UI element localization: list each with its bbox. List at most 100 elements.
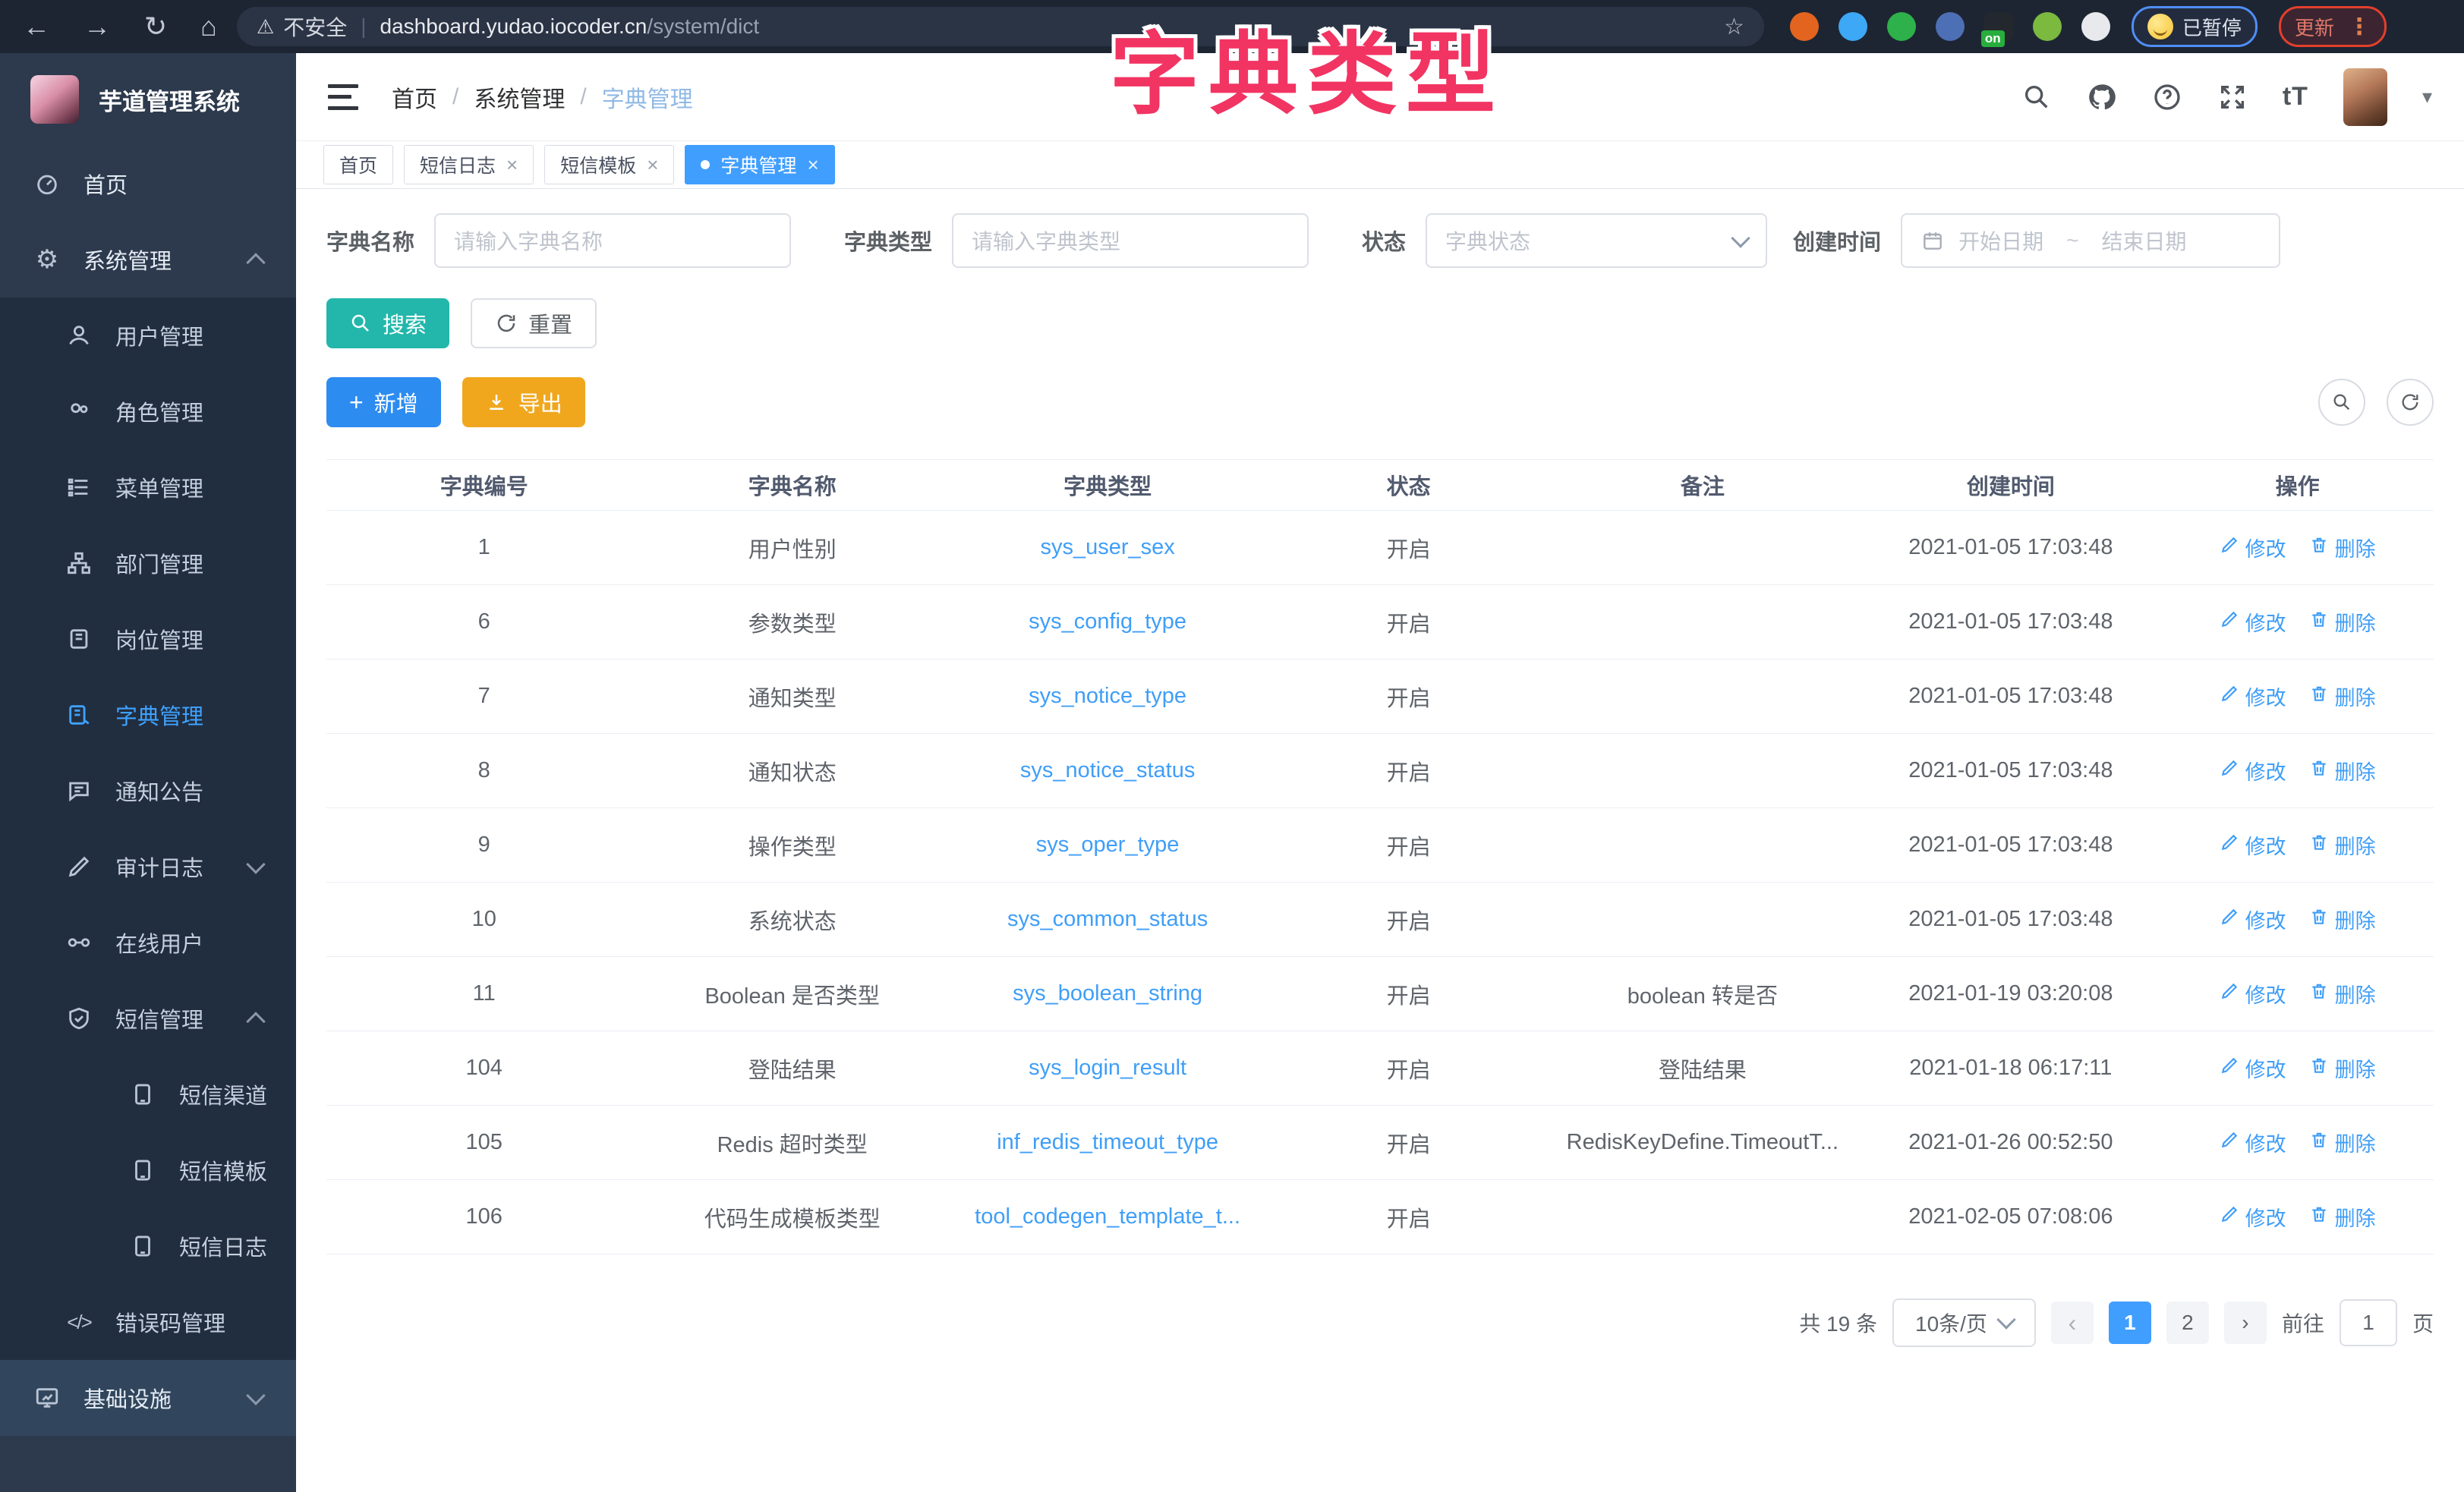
browser-forward-icon[interactable]: →	[83, 11, 111, 42]
cell-type[interactable]: tool_codegen_template_t...	[943, 1204, 1272, 1229]
delete-link[interactable]: 删除	[2309, 607, 2376, 637]
close-icon[interactable]: ×	[506, 153, 518, 177]
edit-link[interactable]: 修改	[2220, 756, 2286, 785]
search-button[interactable]: 搜索	[326, 298, 449, 348]
edit-link[interactable]: 修改	[2220, 533, 2286, 562]
edit-link[interactable]: 修改	[2220, 681, 2286, 711]
edit-link[interactable]: 修改	[2220, 905, 2286, 934]
hamburger-icon[interactable]	[328, 84, 358, 110]
cell-type[interactable]: inf_redis_timeout_type	[943, 1130, 1272, 1155]
prev-page-button[interactable]: ‹	[2051, 1302, 2094, 1344]
sidebar-item-字典管理[interactable]: 字典管理	[0, 677, 296, 753]
table-search-toggle-button[interactable]	[2318, 379, 2365, 426]
sidebar-item-角色管理[interactable]: 角色管理	[0, 373, 296, 449]
browser-menu-icon[interactable]: ⋮	[2348, 14, 2371, 40]
goto-label: 前往	[2282, 1308, 2324, 1338]
sidebar-item-审计日志[interactable]: 审计日志	[0, 829, 296, 905]
cell-type[interactable]: sys_config_type	[943, 609, 1272, 634]
cell-type[interactable]: sys_user_sex	[943, 535, 1272, 560]
breadcrumb-item[interactable]: 首页	[392, 80, 437, 114]
tab-首页[interactable]: 首页	[323, 145, 393, 184]
update-badge[interactable]: 更新 ⋮	[2279, 6, 2387, 47]
edit-link[interactable]: 修改	[2220, 979, 2286, 1009]
table-refresh-button[interactable]	[2387, 379, 2434, 426]
page-size-select[interactable]: 10条/页	[1892, 1298, 2036, 1347]
status-select[interactable]: 字典状态	[1426, 213, 1767, 268]
delete-link[interactable]: 删除	[2309, 756, 2376, 785]
cell-status: 开启	[1272, 532, 1545, 564]
page-button-2[interactable]: 2	[2166, 1302, 2209, 1344]
sidebar-item-短信渠道[interactable]: 短信渠道	[0, 1056, 296, 1132]
chevron-down-icon	[1996, 1310, 2015, 1329]
delete-link[interactable]: 删除	[2309, 1053, 2376, 1083]
edit-link[interactable]: 修改	[2220, 1202, 2286, 1232]
extension-dark-on-icon[interactable]: on	[1984, 12, 2013, 41]
tab-字典管理[interactable]: 字典管理×	[685, 145, 834, 184]
cell-type[interactable]: sys_notice_status	[943, 758, 1272, 783]
extension-green-small-icon[interactable]	[2033, 12, 2062, 41]
sidebar-item-在线用户[interactable]: 在线用户	[0, 905, 296, 981]
extension-blue-drop-icon[interactable]	[1839, 12, 1867, 41]
goto-page-input[interactable]: 1	[2340, 1299, 2397, 1346]
edit-link[interactable]: 修改	[2220, 1053, 2286, 1083]
delete-link[interactable]: 删除	[2309, 681, 2376, 711]
breadcrumb-item[interactable]: 系统管理	[474, 80, 565, 114]
user-avatar[interactable]	[2343, 68, 2387, 126]
extension-green-circle-icon[interactable]	[1887, 12, 1916, 41]
extension-white-icon[interactable]	[2081, 12, 2110, 41]
help-icon[interactable]	[2152, 82, 2182, 112]
caret-down-icon[interactable]: ▾	[2422, 85, 2432, 109]
sidebar-item-基础设施[interactable]: 基础设施	[0, 1360, 296, 1436]
close-icon[interactable]: ×	[647, 153, 658, 177]
cell-actions: 修改删除	[2161, 905, 2434, 934]
bookmark-star-icon[interactable]: ☆	[1724, 14, 1744, 40]
sidebar-item-部门管理[interactable]: 部门管理	[0, 525, 296, 601]
cell-type[interactable]: sys_boolean_string	[943, 981, 1272, 1006]
export-button[interactable]: 导出	[462, 377, 585, 427]
sidebar-item-错误码管理[interactable]: </>错误码管理	[0, 1284, 296, 1360]
cell-type[interactable]: sys_login_result	[943, 1056, 1272, 1081]
close-icon[interactable]: ×	[807, 153, 818, 177]
sidebar-item-菜单管理[interactable]: 菜单管理	[0, 449, 296, 525]
sidebar-item-短信管理[interactable]: 短信管理	[0, 981, 296, 1056]
edit-link[interactable]: 修改	[2220, 607, 2286, 637]
cell-type[interactable]: sys_common_status	[943, 907, 1272, 932]
delete-link[interactable]: 删除	[2309, 1202, 2376, 1232]
sidebar-item-通知公告[interactable]: 通知公告	[0, 753, 296, 829]
extension-orange-icon[interactable]	[1790, 12, 1819, 41]
delete-link[interactable]: 删除	[2309, 979, 2376, 1009]
dict-name-input[interactable]: 请输入字典名称	[434, 213, 791, 268]
delete-link[interactable]: 删除	[2309, 905, 2376, 934]
search-icon[interactable]	[2021, 82, 2052, 112]
dict-type-input[interactable]: 请输入字典类型	[952, 213, 1309, 268]
reset-button[interactable]: 重置	[471, 298, 597, 348]
sidebar-item-首页[interactable]: 首页	[0, 146, 296, 222]
page-button-1[interactable]: 1	[2109, 1302, 2151, 1344]
paused-badge[interactable]: 已暂停	[2132, 6, 2258, 47]
delete-link[interactable]: 删除	[2309, 830, 2376, 860]
tab-短信日志[interactable]: 短信日志×	[404, 145, 534, 184]
sidebar-item-岗位管理[interactable]: 岗位管理	[0, 601, 296, 677]
cell-type[interactable]: sys_notice_type	[943, 684, 1272, 709]
date-range-picker[interactable]: 开始日期 ~ 结束日期	[1901, 213, 2280, 268]
sidebar-item-短信日志[interactable]: 短信日志	[0, 1208, 296, 1284]
next-page-button[interactable]: ›	[2224, 1302, 2267, 1344]
delete-link[interactable]: 删除	[2309, 1128, 2376, 1157]
sidebar-item-系统管理[interactable]: ⚙系统管理	[0, 222, 296, 297]
font-size-icon[interactable]: tT	[2283, 82, 2308, 112]
browser-back-icon[interactable]: ←	[23, 11, 50, 42]
cell-type[interactable]: sys_oper_type	[943, 833, 1272, 858]
sidebar-item-用户管理[interactable]: 用户管理	[0, 297, 296, 373]
delete-link[interactable]: 删除	[2309, 533, 2376, 562]
fullscreen-icon[interactable]	[2217, 82, 2248, 112]
edit-link[interactable]: 修改	[2220, 1128, 2286, 1157]
browser-reload-icon[interactable]: ↻	[144, 11, 167, 42]
sidebar-item-短信模板[interactable]: 短信模板	[0, 1132, 296, 1208]
extension-grid-icon[interactable]	[1936, 12, 1965, 41]
tab-短信模板[interactable]: 短信模板×	[544, 145, 674, 184]
url-bar[interactable]: ⚠ 不安全 | dashboard.yudao.iocoder.cn /syst…	[237, 7, 1764, 46]
github-icon[interactable]	[2087, 82, 2117, 112]
add-button[interactable]: + 新增	[326, 377, 441, 427]
edit-link[interactable]: 修改	[2220, 830, 2286, 860]
browser-home-icon[interactable]: ⌂	[200, 11, 217, 42]
